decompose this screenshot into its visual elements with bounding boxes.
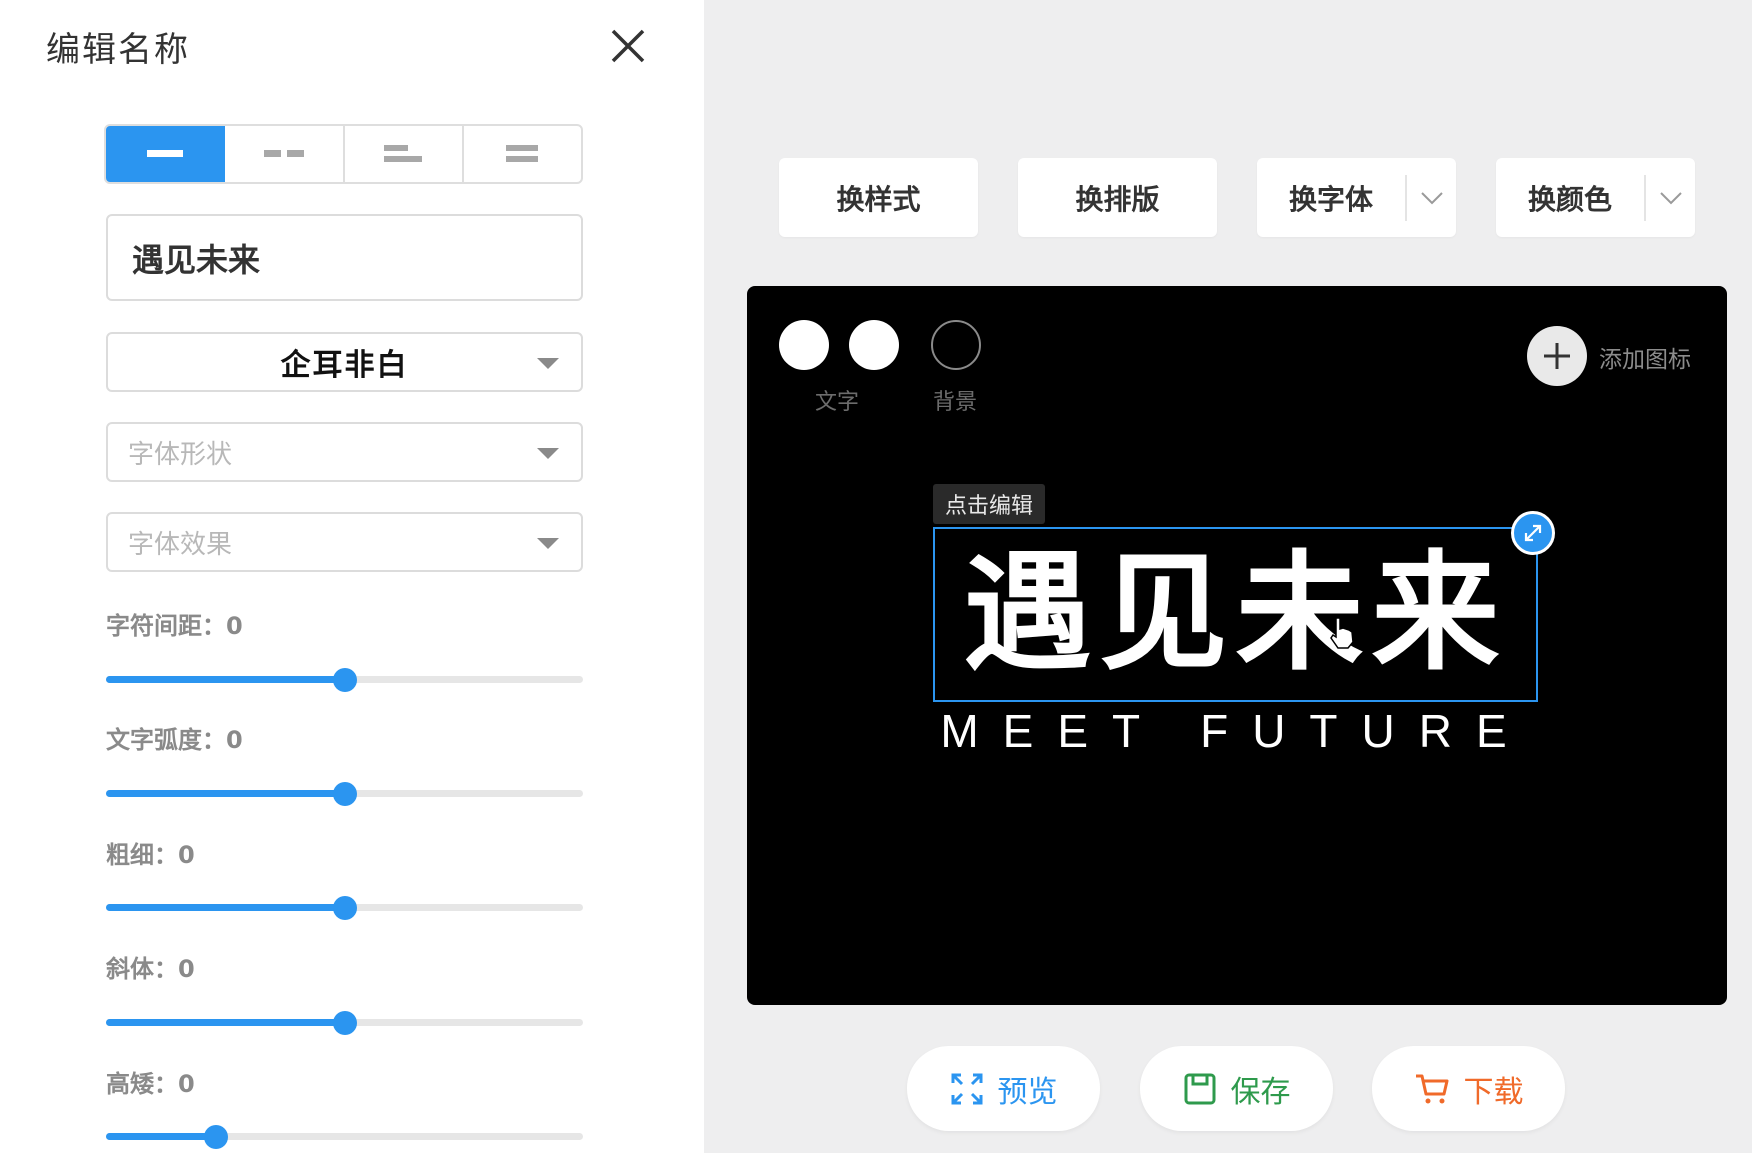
text-color-label: 文字 xyxy=(815,390,860,415)
panel-title: 编辑名称 xyxy=(46,30,190,70)
chevron-down-icon xyxy=(537,448,559,459)
change-style-label: 换样式 xyxy=(836,182,921,216)
change-font-dropdown[interactable] xyxy=(1407,158,1456,237)
italic-label: 斜体：0 xyxy=(106,955,195,983)
change-color-label: 换颜色 xyxy=(1527,182,1612,216)
preview-label: 预览 xyxy=(997,1074,1058,1110)
background-color-label: 背景 xyxy=(933,390,978,415)
font-select[interactable]: 企耳非白 xyxy=(106,332,583,392)
change-layout-button[interactable]: 换排版 xyxy=(1018,158,1217,237)
save-label: 保存 xyxy=(1230,1074,1291,1110)
change-font-button[interactable]: 换字体 xyxy=(1257,158,1456,237)
save-icon xyxy=(1184,1073,1215,1104)
resize-handle[interactable] xyxy=(1511,511,1555,555)
cart-icon xyxy=(1415,1074,1448,1103)
text-color-swatch-secondary[interactable] xyxy=(849,320,899,370)
slider-thumb[interactable] xyxy=(203,1125,228,1149)
slider-thumb[interactable] xyxy=(332,896,357,920)
download-button[interactable]: 下载 xyxy=(1372,1046,1565,1131)
text-color-swatch[interactable] xyxy=(779,320,829,370)
text-arc-slider[interactable] xyxy=(106,778,583,808)
change-layout-label: 换排版 xyxy=(1075,182,1160,216)
slider-thumb[interactable] xyxy=(332,1011,357,1035)
slider-thumb[interactable] xyxy=(332,668,357,692)
stacked-lines-icon xyxy=(506,145,539,162)
background-color-swatch[interactable] xyxy=(931,320,981,370)
single-line-icon xyxy=(146,150,183,157)
download-label: 下载 xyxy=(1463,1074,1524,1110)
letter-spacing-label: 字符间距：0 xyxy=(106,612,243,640)
plus-icon xyxy=(1544,343,1570,369)
change-style-button[interactable]: 换样式 xyxy=(779,158,978,237)
height-slider[interactable] xyxy=(106,1121,583,1151)
chevron-down-icon xyxy=(1659,191,1682,204)
left-align-icon xyxy=(384,145,423,162)
fullscreen-icon xyxy=(951,1073,982,1104)
add-icon-button[interactable] xyxy=(1527,326,1587,386)
logo-main-text: 遇见未来 xyxy=(963,539,1508,688)
close-icon xyxy=(611,29,645,63)
hand-cursor-icon xyxy=(1330,617,1354,649)
close-button[interactable] xyxy=(604,22,652,70)
split-line-icon xyxy=(263,150,304,157)
height-label: 高矮：0 xyxy=(106,1070,195,1098)
layout-tabs xyxy=(104,124,583,184)
letter-spacing-slider[interactable] xyxy=(106,664,583,694)
text-arc-label: 文字弧度：0 xyxy=(106,726,243,754)
click-to-edit-tag[interactable]: 点击编辑 xyxy=(933,484,1046,524)
logo-text-selection[interactable]: 遇见未来 xyxy=(933,527,1538,702)
logo-sub-text: MEET FUTURE xyxy=(940,705,1531,757)
layout-tab-left-align[interactable] xyxy=(345,126,464,182)
font-shape-select[interactable]: 字体形状 xyxy=(106,422,583,482)
chevron-down-icon xyxy=(537,538,559,549)
slider-thumb[interactable] xyxy=(332,782,357,806)
font-effect-placeholder: 字体效果 xyxy=(128,529,233,560)
layout-tab-split[interactable] xyxy=(225,126,345,182)
change-color-dropdown[interactable] xyxy=(1646,158,1695,237)
change-color-button[interactable]: 换颜色 xyxy=(1496,158,1695,237)
chevron-down-icon xyxy=(1420,191,1443,204)
layout-tab-single[interactable] xyxy=(106,126,226,182)
logo-text-input[interactable] xyxy=(106,214,583,301)
add-icon-label[interactable]: 添加图标 xyxy=(1599,340,1691,374)
layout-tab-stacked[interactable] xyxy=(464,126,581,182)
italic-slider[interactable] xyxy=(106,1007,583,1037)
logo-canvas[interactable]: 文字 背景 添加图标 点击编辑 遇见未来 MEET FUTURE xyxy=(747,286,1727,1005)
font-shape-placeholder: 字体形状 xyxy=(128,439,233,470)
weight-slider[interactable] xyxy=(106,892,583,922)
preview-button[interactable]: 预览 xyxy=(907,1046,1100,1131)
weight-label: 粗细：0 xyxy=(106,841,195,869)
chevron-down-icon xyxy=(537,358,559,369)
font-select-value: 企耳非白 xyxy=(280,348,409,383)
font-effect-select[interactable]: 字体效果 xyxy=(106,512,583,572)
save-button[interactable]: 保存 xyxy=(1140,1046,1333,1131)
change-font-label: 换字体 xyxy=(1288,182,1373,216)
resize-arrows-icon xyxy=(1524,524,1542,542)
edit-panel: 编辑名称 企耳非白 字体形状 字体效果 字符间距：0 文 xyxy=(0,0,704,1153)
